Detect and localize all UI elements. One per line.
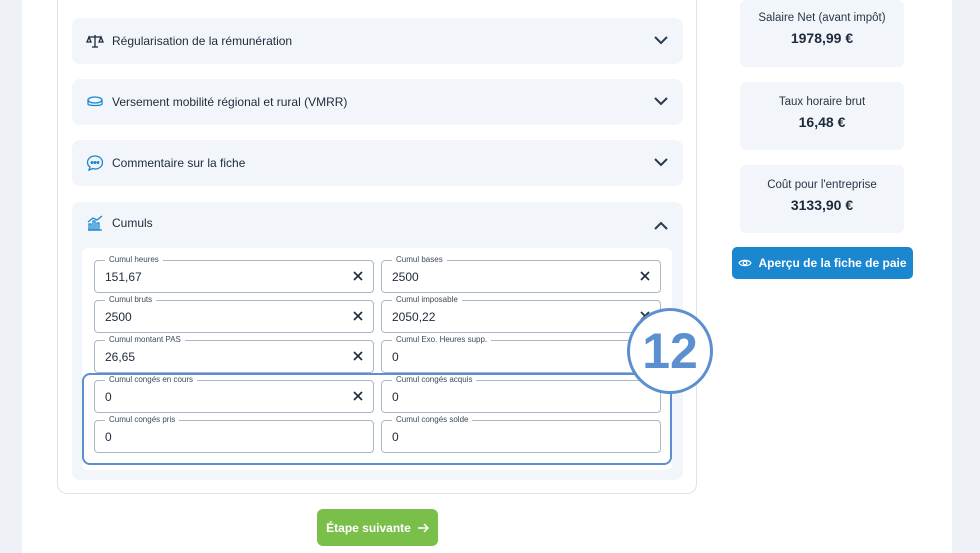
field-label: Cumul Exo. Heures supp. <box>392 335 492 345</box>
clear-icon[interactable] <box>352 270 364 282</box>
field-label: Cumul congés pris <box>105 415 180 425</box>
summary-label: Coût pour l'entreprise <box>767 179 877 191</box>
field-label: Cumul congés solde <box>392 415 473 425</box>
field-label: Cumul bases <box>392 255 447 265</box>
chat-icon <box>86 154 104 172</box>
cumul-conges-en-cours-field[interactable]: Cumul congés en cours 0 <box>94 375 374 413</box>
field-label: Cumul heures <box>105 255 163 265</box>
accordion-title: Régularisation de la rémunération <box>112 34 293 48</box>
eye-icon <box>738 259 753 267</box>
cumul-montant-pas-field[interactable]: Cumul montant PAS 26,65 <box>94 335 374 373</box>
chart-icon <box>86 214 104 232</box>
accordion-title: Commentaire sur la fiche <box>112 156 246 170</box>
field-value: 0 <box>105 430 112 444</box>
summary-label: Salaire Net (avant impôt) <box>758 12 886 24</box>
cumul-imposable-field[interactable]: Cumul imposable 2050,22 <box>381 295 661 333</box>
accordion-regularisation[interactable]: Régularisation de la rémunération <box>72 18 683 64</box>
cumul-conges-solde-field[interactable]: Cumul congés solde 0 <box>381 415 661 453</box>
accordion-title: Versement mobilité régional et rural (VM… <box>112 95 348 109</box>
clear-icon[interactable] <box>352 390 364 402</box>
field-value: 0 <box>392 430 399 444</box>
summary-value: 3133,90 € <box>790 197 854 213</box>
button-label: Aperçu de la fiche de paie <box>758 256 907 270</box>
accordion-header-cumuls[interactable]: Cumuls <box>86 214 153 232</box>
field-value: 26,65 <box>105 350 136 364</box>
field-label: Cumul imposable <box>392 295 462 305</box>
clear-icon[interactable] <box>352 350 364 362</box>
field-label: Cumul congés acquis <box>392 375 477 385</box>
chevron-down-icon[interactable] <box>653 95 669 107</box>
cumul-conges-pris-field[interactable]: Cumul congés pris 0 <box>94 415 374 453</box>
cumul-bruts-field[interactable]: Cumul bruts 2500 <box>94 295 374 333</box>
scale-icon <box>86 32 104 50</box>
field-value: 0 <box>392 390 399 404</box>
clear-icon[interactable] <box>352 310 364 322</box>
coins-icon <box>86 93 104 111</box>
field-value: 0 <box>392 350 399 364</box>
field-value: 2500 <box>392 270 419 284</box>
summary-hourly-rate: Taux horaire brut 16,48 € <box>740 82 904 150</box>
chevron-up-icon[interactable] <box>653 220 669 232</box>
chevron-down-icon[interactable] <box>653 34 669 46</box>
summary-value: 1978,99 € <box>790 30 854 46</box>
summary-value: 16,48 € <box>798 114 846 130</box>
field-value: 2500 <box>105 310 132 324</box>
summary-net-salary: Salaire Net (avant impôt) 1978,99 € <box>740 0 904 67</box>
cumul-conges-acquis-field[interactable]: Cumul congés acquis 0 <box>381 375 661 413</box>
cumul-exo-heures-supp-field[interactable]: Cumul Exo. Heures supp. 0 <box>381 335 661 373</box>
accordion-title: Cumuls <box>112 216 153 230</box>
cumul-heures-field[interactable]: Cumul heures 151,67 <box>94 255 374 293</box>
field-label: Cumul montant PAS <box>105 335 185 345</box>
clear-icon[interactable] <box>639 270 651 282</box>
next-step-button[interactable]: Étape suivante <box>317 509 438 546</box>
field-label: Cumul bruts <box>105 295 157 305</box>
field-label: Cumul congés en cours <box>105 375 198 385</box>
accordion-commentaire[interactable]: Commentaire sur la fiche <box>72 140 683 186</box>
field-value: 151,67 <box>105 270 142 284</box>
summary-employer-cost: Coût pour l'entreprise 3133,90 € <box>740 165 904 233</box>
chevron-down-icon[interactable] <box>653 156 669 168</box>
button-label: Étape suivante <box>326 520 411 535</box>
cumul-bases-field[interactable]: Cumul bases 2500 <box>381 255 661 293</box>
field-value: 2050,22 <box>392 310 436 324</box>
payslip-preview-button[interactable]: Aperçu de la fiche de paie <box>732 247 913 279</box>
field-value: 0 <box>105 390 112 404</box>
step-number-badge: 12 <box>627 308 713 394</box>
accordion-vmrr[interactable]: Versement mobilité régional et rural (VM… <box>72 79 683 125</box>
summary-label: Taux horaire brut <box>778 96 866 108</box>
arrow-right-icon <box>417 522 429 533</box>
